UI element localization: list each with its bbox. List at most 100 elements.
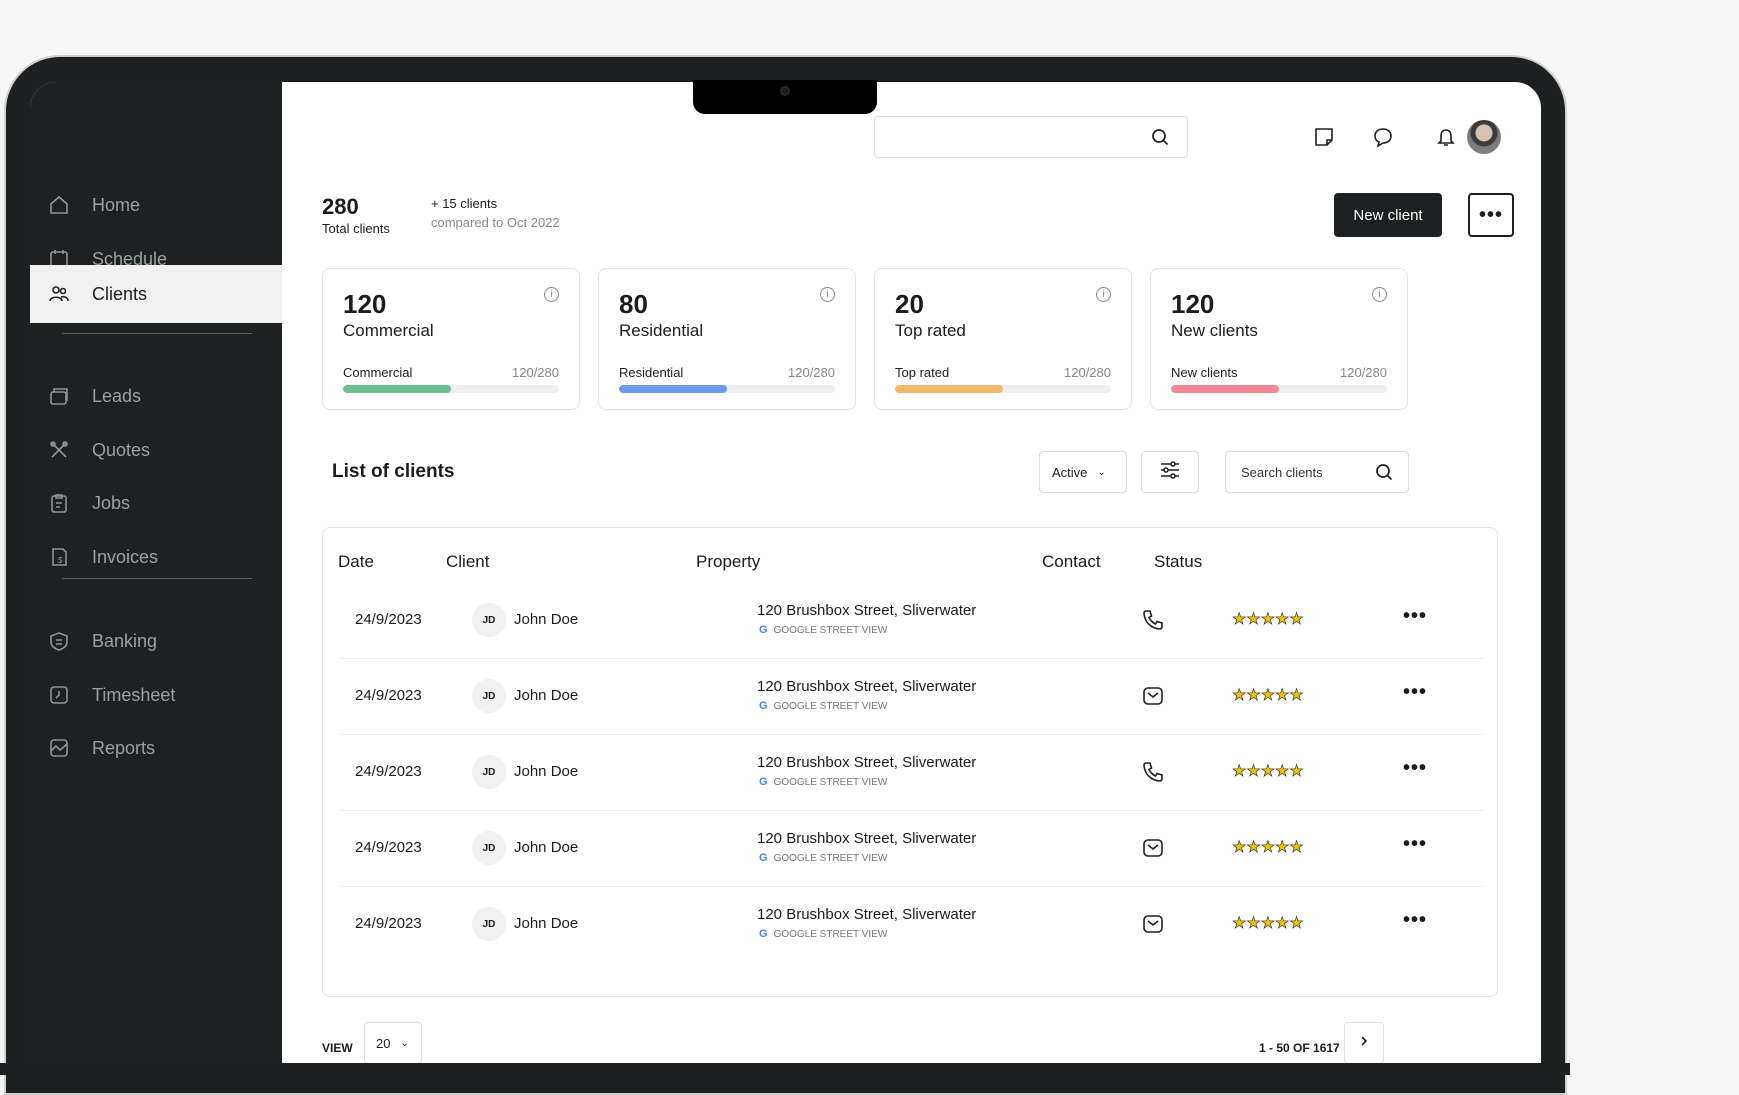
column-header-contact[interactable]: Contact [1042, 552, 1101, 572]
sidebar-item-jobs[interactable]: Jobs [30, 474, 282, 532]
progress-value: 120/280 [1064, 365, 1111, 380]
bell-icon[interactable] [1433, 124, 1459, 150]
column-header-client[interactable]: Client [446, 552, 489, 572]
google-street-view-link[interactable]: G GOOGLE STREET VIEW [759, 700, 887, 712]
column-header-status[interactable]: Status [1154, 552, 1202, 572]
camera-notch [693, 80, 877, 114]
sidebar-item-label: Clients [92, 283, 148, 304]
new-client-button[interactable]: New client [1334, 193, 1442, 237]
tools-icon [48, 439, 70, 461]
table-row[interactable]: 24/9/2023 JD John Doe 120 Brushbox Stree… [339, 735, 1483, 811]
property-address: 120 Brushbox Street, Sliverwater [757, 678, 977, 695]
total-clients-label: Total clients [322, 221, 390, 236]
client-name[interactable]: John Doe [514, 763, 578, 780]
info-icon[interactable]: i [1096, 287, 1111, 302]
stat-card-value: 120 [343, 289, 387, 319]
info-icon[interactable]: i [1372, 287, 1387, 302]
google-icon: G [759, 776, 768, 788]
row-more-button[interactable]: ••• [1403, 605, 1427, 628]
rating-stars: ★★★★★ [1232, 763, 1304, 781]
table-row[interactable]: 24/9/2023 JD John Doe 120 Brushbox Stree… [339, 887, 1483, 963]
sidebar-item-banking[interactable]: Banking [30, 612, 282, 670]
row-more-button[interactable]: ••• [1403, 909, 1427, 932]
info-icon[interactable]: i [544, 287, 559, 302]
progress-value: 120/280 [1340, 365, 1387, 380]
client-name[interactable]: John Doe [514, 687, 578, 704]
row-date: 24/9/2023 [355, 915, 422, 932]
progress-label: Commercial [343, 365, 413, 380]
sidebar-item-home[interactable]: Home [30, 176, 282, 234]
page-size-select[interactable]: 20 ⌄ [364, 1022, 422, 1063]
property-address: 120 Brushbox Street, Sliverwater [757, 906, 977, 923]
street-view-label: GOOGLE STREET VIEW [773, 700, 888, 712]
user-avatar[interactable] [1467, 120, 1501, 154]
table-row[interactable]: 24/9/2023 JD John Doe 120 Brushbox Stree… [339, 811, 1483, 887]
client-initials-avatar: JD [472, 755, 506, 789]
laptop-bottom-bezel [0, 1063, 1570, 1075]
mail-icon[interactable] [1141, 912, 1165, 936]
stat-card-new-clients: 120 New clients i New clients 120/280 [1150, 268, 1408, 410]
clients-table: Date Client Property Contact Status 24/9… [322, 527, 1498, 997]
chart-icon [48, 737, 70, 759]
stat-card-title: New clients [1171, 321, 1258, 340]
table-row[interactable]: 24/9/2023 JD John Doe 120 Brushbox Stree… [339, 583, 1483, 659]
column-header-date[interactable]: Date [338, 552, 374, 572]
chevron-down-icon: ⌄ [1097, 466, 1106, 478]
table-row[interactable]: 24/9/2023 JD John Doe 120 Brushbox Stree… [339, 659, 1483, 735]
phone-icon[interactable] [1141, 760, 1165, 784]
google-street-view-link[interactable]: G GOOGLE STREET VIEW [759, 776, 887, 788]
row-more-button[interactable]: ••• [1403, 681, 1427, 704]
progress-track [895, 385, 1111, 393]
client-initials-avatar: JD [472, 603, 506, 637]
property-address: 120 Brushbox Street, Sliverwater [757, 602, 977, 619]
street-view-label: GOOGLE STREET VIEW [773, 928, 888, 940]
search-clients-input[interactable]: Search clients [1225, 451, 1409, 493]
mail-icon[interactable] [1141, 684, 1165, 708]
client-name[interactable]: John Doe [514, 839, 578, 856]
sidebar-item-timesheet[interactable]: Timesheet [30, 666, 282, 724]
google-street-view-link[interactable]: G GOOGLE STREET VIEW [759, 852, 887, 864]
google-icon: G [759, 852, 768, 864]
row-more-button[interactable]: ••• [1403, 833, 1427, 856]
progress-track [619, 385, 835, 393]
sidebar-item-leads[interactable]: Leads [30, 367, 282, 425]
progress-track [1171, 385, 1387, 393]
google-street-view-link[interactable]: G GOOGLE STREET VIEW [759, 624, 887, 636]
progress-fill [619, 385, 727, 393]
chat-icon[interactable] [1370, 124, 1396, 150]
client-initials-avatar: JD [472, 907, 506, 941]
sidebar-item-reports[interactable]: Reports [30, 719, 282, 777]
rating-stars: ★★★★★ [1232, 611, 1304, 629]
sidebar-item-quotes[interactable]: Quotes [30, 421, 282, 479]
sidebar-item-clients[interactable]: Clients [30, 265, 282, 323]
view-label: VIEW [322, 1041, 353, 1055]
chevron-right-icon [1358, 1034, 1370, 1052]
clock-icon [48, 684, 70, 706]
mail-icon[interactable] [1141, 836, 1165, 860]
stat-card-title: Commercial [343, 321, 434, 340]
progress-fill [343, 385, 451, 393]
google-street-view-link[interactable]: G GOOGLE STREET VIEW [759, 928, 887, 940]
next-page-button[interactable] [1344, 1022, 1384, 1063]
client-name[interactable]: John Doe [514, 611, 578, 628]
property-address: 120 Brushbox Street, Sliverwater [757, 754, 977, 771]
stat-card-value: 120 [1171, 289, 1215, 319]
stat-card-title: Top rated [895, 321, 966, 340]
progress-fill [895, 385, 1003, 393]
stat-card-top-rated: 20 Top rated i Top rated 120/280 [874, 268, 1132, 410]
more-options-button[interactable]: ••• [1468, 193, 1514, 237]
status-filter-select[interactable]: Active ⌄ [1039, 451, 1127, 493]
sidebar-item-label: Reports [92, 737, 156, 758]
global-search-input[interactable] [874, 116, 1188, 158]
column-header-property[interactable]: Property [696, 552, 760, 572]
phone-icon[interactable] [1141, 608, 1165, 632]
filter-settings-button[interactable] [1141, 451, 1199, 493]
note-icon[interactable] [1311, 124, 1337, 150]
info-icon[interactable]: i [820, 287, 835, 302]
client-name[interactable]: John Doe [514, 915, 578, 932]
svg-text:$: $ [58, 556, 63, 565]
progress-label: New clients [1171, 365, 1238, 380]
street-view-label: GOOGLE STREET VIEW [773, 624, 888, 636]
row-more-button[interactable]: ••• [1403, 757, 1427, 780]
progress-label: Top rated [895, 365, 950, 380]
